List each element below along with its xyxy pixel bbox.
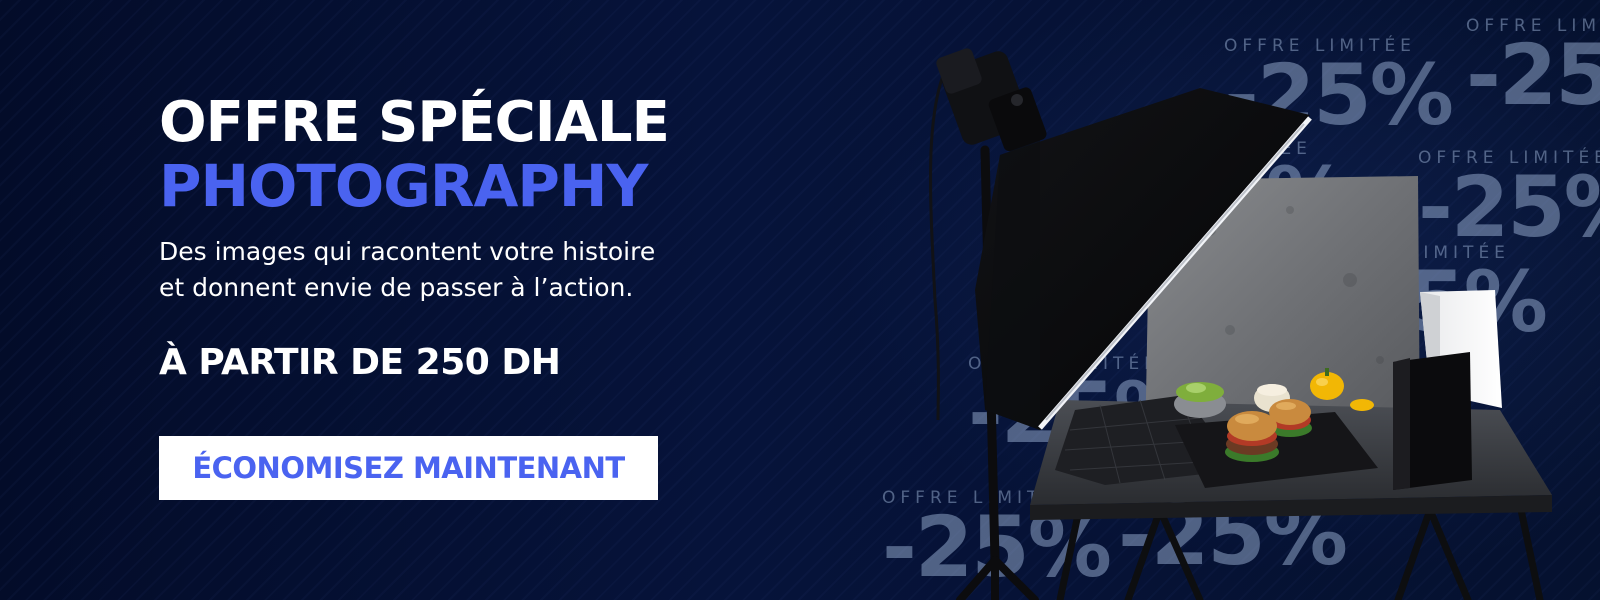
- watermark-discount: -25%: [1418, 158, 1600, 256]
- watermark-tile: OFFRE LIMITÉE -25%: [1120, 141, 1350, 247]
- watermark-discount: -25%: [1120, 149, 1350, 247]
- watermark-discount: -25%: [1224, 46, 1454, 144]
- watermark-tile: OFFRE LIMITÉE -25%: [1224, 38, 1454, 144]
- description-line-2: et donnent envie de passer à l’action.: [159, 273, 634, 302]
- headline: OFFRE SPÉCIALE: [159, 90, 670, 155]
- watermark-tile: OFFRE LIMITÉE -25%: [882, 490, 1112, 596]
- watermark-tile: OFFRE LIMITÉE -25%: [968, 356, 1198, 462]
- watermark-discount: -25%: [1318, 253, 1548, 351]
- promo-banner: OFFRE LIMITÉE -25% OFFRE LIMITÉE -25% OF…: [0, 0, 1600, 600]
- watermark-tile: OFFRE LIMITÉE -25%: [1318, 245, 1548, 351]
- price-text: À PARTIR DE 250 DH: [159, 342, 561, 383]
- watermark-tile: OFFRE LIMITÉE -25%: [1466, 18, 1600, 124]
- description: Des images qui racontent votre histoire …: [159, 234, 779, 306]
- offer-copy: OFFRE SPÉCIALE PHOTOGRAPHY Des images qu…: [159, 92, 779, 384]
- watermark-discount: -25%: [882, 498, 1112, 596]
- description-line-1: Des images qui racontent votre histoire: [159, 237, 656, 266]
- watermark-tile: OFFRE LIMITÉE -25%: [1418, 150, 1600, 256]
- subheadline: PHOTOGRAPHY: [159, 152, 648, 220]
- save-now-button[interactable]: ÉCONOMISEZ MAINTENANT: [159, 436, 658, 500]
- watermark-discount: -25%: [1118, 486, 1348, 584]
- watermark-discount: -25%: [1466, 26, 1600, 124]
- watermark-discount: -25%: [968, 364, 1198, 462]
- watermark-tile: OFFRE LIMITÉE -25%: [1118, 478, 1348, 584]
